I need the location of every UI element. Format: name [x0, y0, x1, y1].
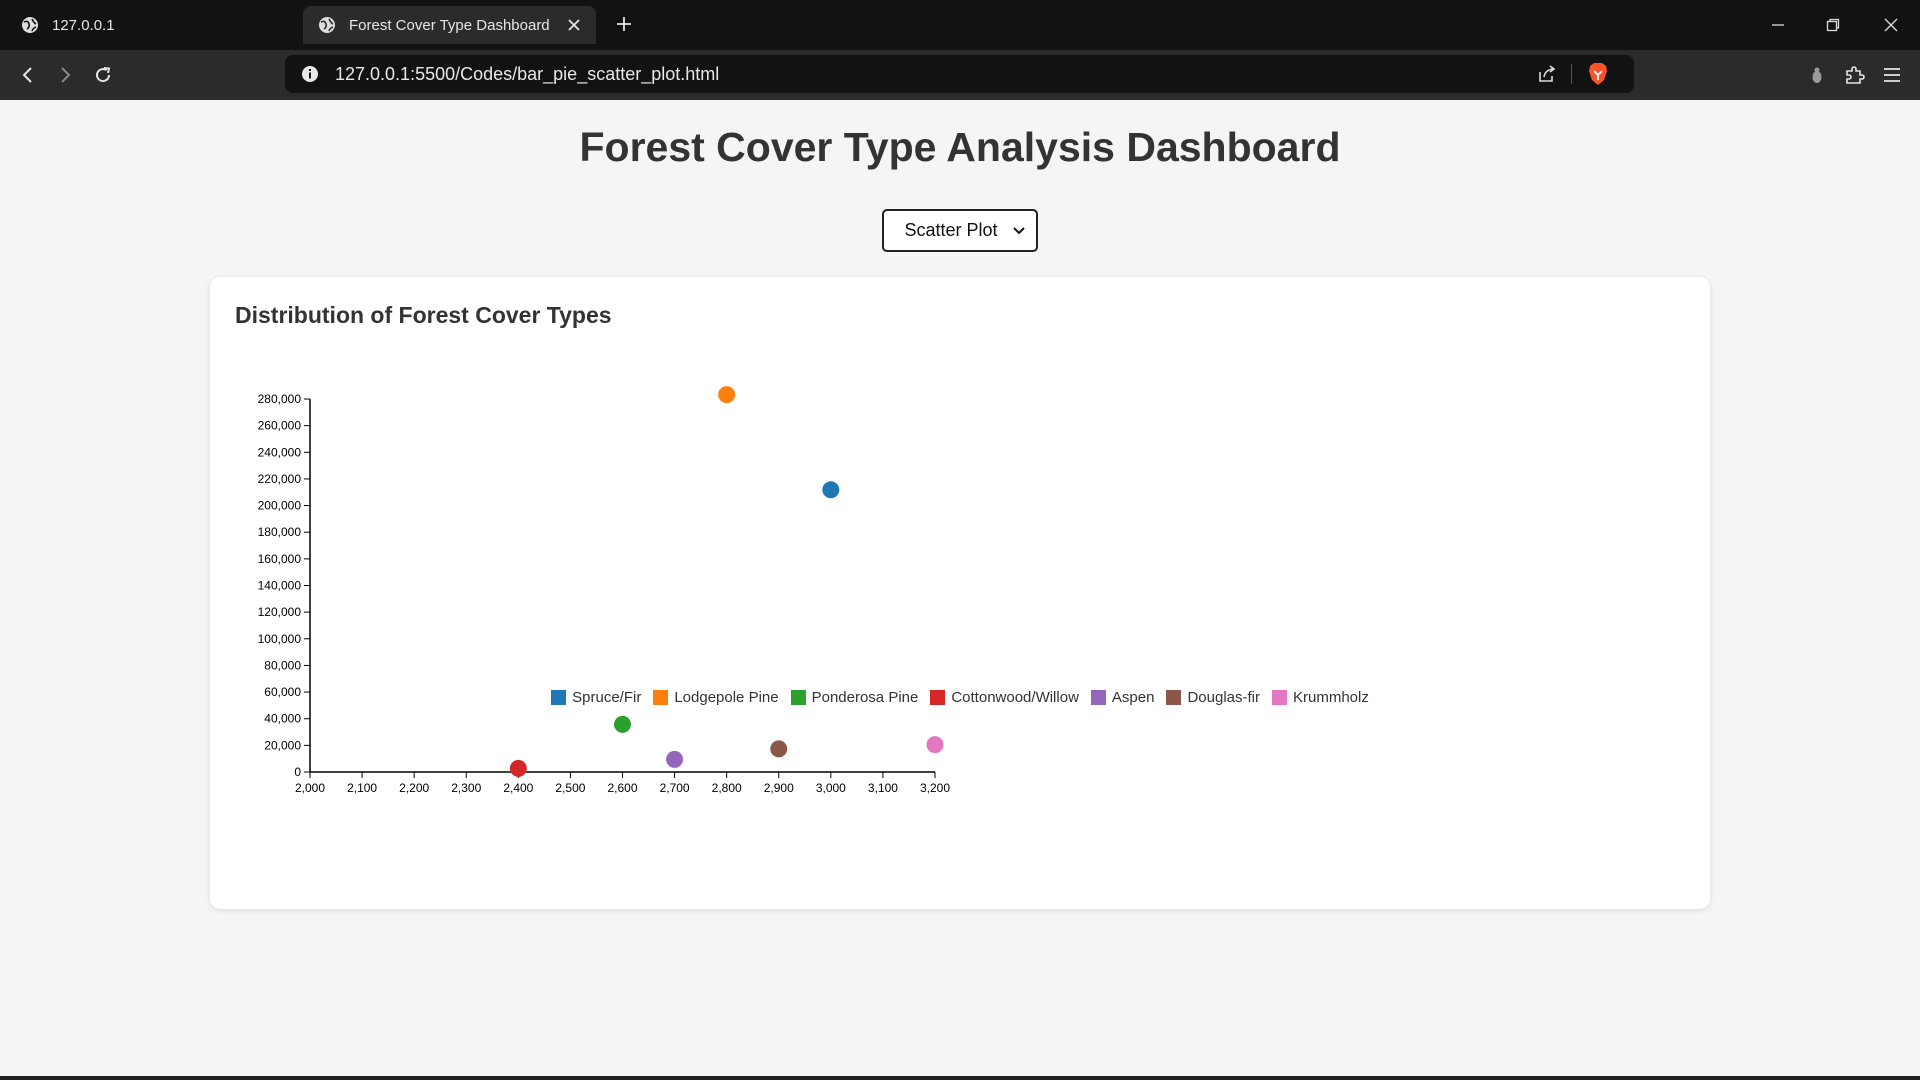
legend-item: Douglas-fir [1166, 689, 1260, 706]
chart-card: Distribution of Forest Cover Types [210, 277, 1710, 909]
chevron-down-icon[interactable] [1008, 220, 1030, 242]
tab-title: Forest Cover Type Dashboard [349, 16, 550, 34]
legend-swatch [1271, 690, 1287, 705]
globe-icon [22, 17, 38, 33]
forward-arrow-icon[interactable] [51, 61, 79, 89]
chart-type-selected-value[interactable]: Scatter Plot [884, 220, 1008, 241]
legend-item: Ponderosa Pine [790, 689, 919, 706]
legend-label: Lodgepole Pine [674, 689, 779, 706]
chart-type-select[interactable]: Scatter Plot [882, 209, 1038, 252]
legend-swatch [551, 690, 567, 705]
share-icon[interactable] [1533, 60, 1561, 88]
address-bar[interactable]: 127.0.0.1:5500/Codes/bar_pie_scatter_plo… [285, 55, 1634, 93]
close-window-icon[interactable] [1874, 8, 1908, 42]
reload-icon[interactable] [89, 61, 117, 89]
close-tab-icon[interactable] [562, 13, 586, 37]
window-bottom-edge [0, 1076, 1920, 1080]
tab-inactive[interactable]: 127.0.0.1 [8, 6, 298, 44]
menu-icon[interactable] [1878, 61, 1906, 89]
legend-label: Ponderosa Pine [811, 689, 919, 706]
legend-item: Lodgepole Pine [653, 689, 779, 706]
legend-label: Cottonwood/Willow [951, 689, 1079, 706]
minimize-icon[interactable] [1761, 8, 1795, 42]
legend-swatch [1090, 690, 1106, 705]
legend-swatch [1166, 690, 1182, 705]
site-info-icon[interactable] [299, 63, 321, 85]
extensions-puzzle-icon[interactable] [1841, 61, 1869, 89]
legend-swatch [653, 690, 669, 705]
chart-title: Distribution of Forest Cover Types [235, 302, 612, 328]
extension-dot-icon[interactable] [1803, 61, 1831, 89]
tab-active[interactable]: Forest Cover Type Dashboard [303, 6, 596, 44]
page-content: Forest Cover Type Analysis Dashboard Sca… [0, 100, 1920, 1076]
legend-item: Cottonwood/Willow [930, 689, 1079, 706]
legend-swatch [790, 690, 806, 705]
legend-label: Douglas-fir [1187, 689, 1260, 706]
brave-shield-icon[interactable] [1584, 60, 1612, 88]
legend-label: Krummholz [1292, 689, 1369, 706]
url-text[interactable]: 127.0.0.1:5500/Codes/bar_pie_scatter_plo… [335, 64, 1533, 85]
url-separator [1571, 64, 1572, 84]
legend-item: Aspen [1090, 689, 1155, 706]
legend-item: Krummholz [1271, 689, 1369, 706]
legend-label: Aspen [1111, 689, 1155, 706]
globe-icon [319, 17, 335, 33]
back-arrow-icon[interactable] [14, 61, 42, 89]
tab-strip: 127.0.0.1 Forest Cover Type Dashboard [0, 0, 1920, 50]
legend-swatch [930, 690, 946, 705]
legend-label: Spruce/Fir [572, 689, 642, 706]
legend-item: Spruce/Fir [551, 689, 641, 706]
new-tab-icon[interactable] [612, 12, 636, 36]
tab-title: 127.0.0.1 [52, 16, 115, 34]
restore-icon[interactable] [1816, 8, 1850, 42]
page-title: Forest Cover Type Analysis Dashboard [579, 124, 1341, 170]
chart-legend: Spruce/Fir Lodgepole Pine Ponderosa Pine Co… [0, 689, 1920, 706]
